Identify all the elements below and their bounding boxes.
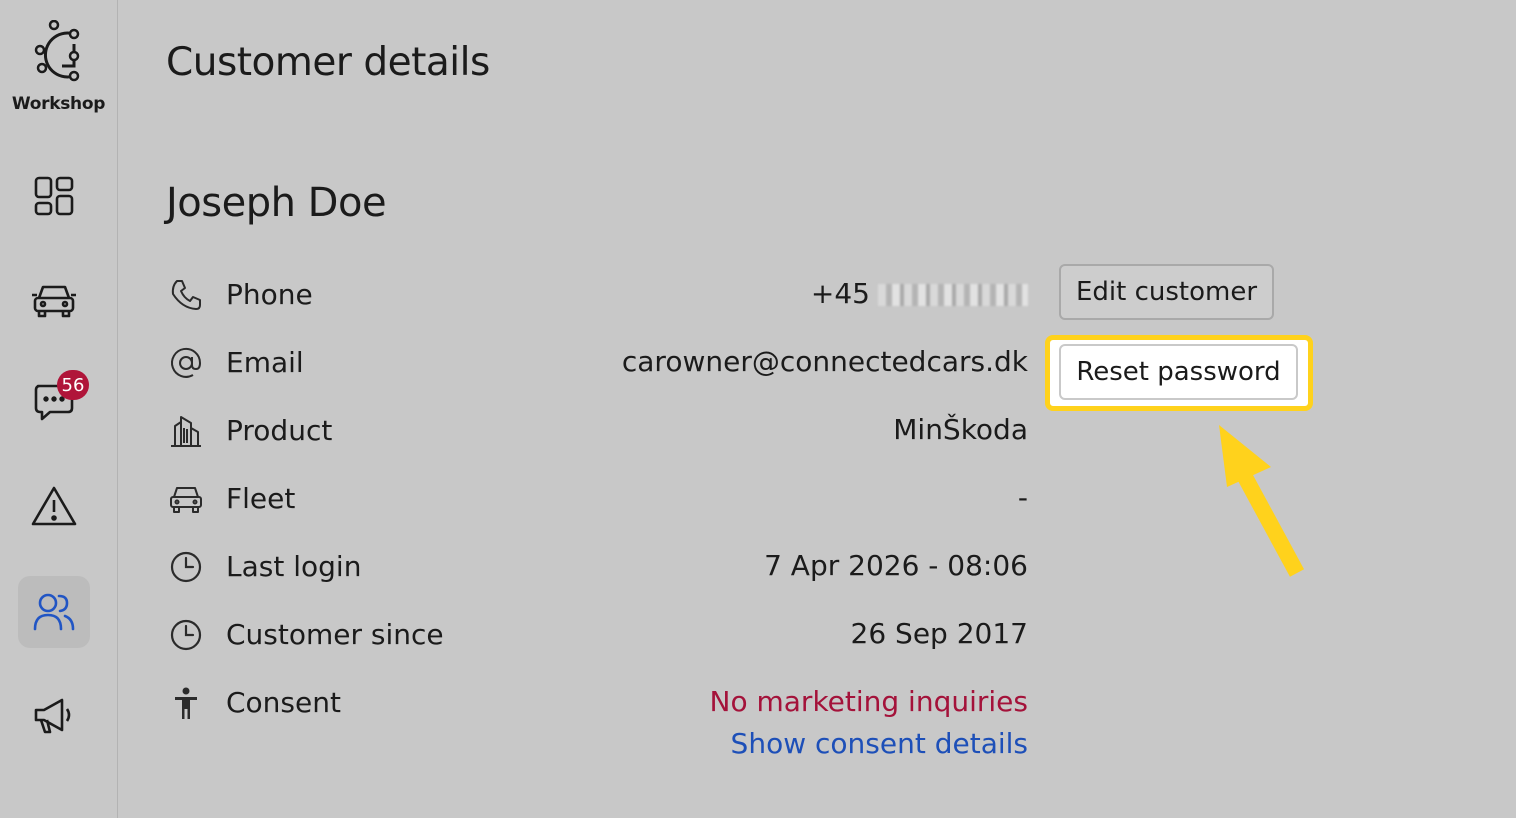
last-login-label: Last login bbox=[226, 550, 362, 583]
brand-logo[interactable]: Workshop bbox=[0, 20, 117, 114]
consent-row: Consent No marketing inquiries bbox=[166, 682, 1028, 722]
callout-arrow-icon bbox=[1219, 425, 1305, 577]
consent-link-row: Show consent details bbox=[166, 724, 1028, 764]
customer-since-value: 26 Sep 2017 bbox=[850, 617, 1028, 650]
clock-icon bbox=[166, 618, 206, 652]
product-label: Product bbox=[226, 414, 333, 447]
last-login-value: 7 Apr 2026 - 08:06 bbox=[764, 549, 1028, 582]
fleet-row: Fleet - bbox=[166, 478, 1028, 518]
clock-icon bbox=[166, 550, 206, 584]
email-label: Email bbox=[226, 346, 304, 379]
show-consent-details-link[interactable]: Show consent details bbox=[731, 727, 1028, 760]
nav-item-customers[interactable] bbox=[18, 576, 90, 648]
last-login-row: Last login 7 Apr 2026 - 08:06 bbox=[166, 546, 1028, 586]
workshop-logo-icon bbox=[34, 20, 79, 82]
phone-value: +45 bbox=[811, 277, 1028, 310]
nav-item-alerts[interactable] bbox=[18, 470, 90, 542]
warning-icon bbox=[31, 486, 77, 526]
customer-since-row: Customer since 26 Sep 2017 bbox=[166, 614, 1028, 654]
edit-customer-button[interactable]: Edit customer bbox=[1059, 264, 1274, 320]
car-icon bbox=[166, 482, 206, 516]
reset-password-button[interactable]: Reset password bbox=[1059, 344, 1298, 400]
building-icon bbox=[166, 414, 206, 448]
customer-name: Joseph Doe bbox=[166, 180, 387, 226]
nav-item-vehicles[interactable] bbox=[18, 264, 90, 336]
phone-icon bbox=[166, 278, 206, 312]
product-value: MinŠkoda bbox=[893, 413, 1028, 446]
person-icon bbox=[166, 686, 206, 720]
phone-row: Phone +45 bbox=[166, 274, 1028, 314]
messages-badge: 56 bbox=[57, 370, 89, 400]
consent-value: No marketing inquiries bbox=[709, 685, 1028, 718]
fleet-value: - bbox=[1017, 481, 1028, 514]
redacted-number bbox=[878, 284, 1028, 306]
nav-item-dashboard[interactable] bbox=[18, 160, 90, 232]
megaphone-icon bbox=[34, 698, 71, 734]
page-title: Customer details bbox=[166, 40, 490, 85]
fleet-label: Fleet bbox=[226, 482, 296, 515]
nav-item-marketing[interactable] bbox=[18, 680, 90, 752]
grid-icon bbox=[34, 176, 74, 216]
consent-label: Consent bbox=[226, 686, 341, 719]
sidebar: Workshop 56 bbox=[0, 0, 118, 818]
email-row: Email carowner@connectedcars.dk bbox=[166, 342, 1028, 382]
brand-label: Workshop bbox=[11, 94, 106, 114]
product-row: Product MinŠkoda bbox=[166, 410, 1028, 450]
email-value: carowner@connectedcars.dk bbox=[621, 345, 1028, 378]
at-icon bbox=[166, 346, 206, 380]
customer-since-label: Customer since bbox=[226, 618, 444, 651]
car-icon bbox=[32, 285, 76, 318]
phone-label: Phone bbox=[226, 278, 313, 311]
users-icon bbox=[33, 593, 75, 631]
